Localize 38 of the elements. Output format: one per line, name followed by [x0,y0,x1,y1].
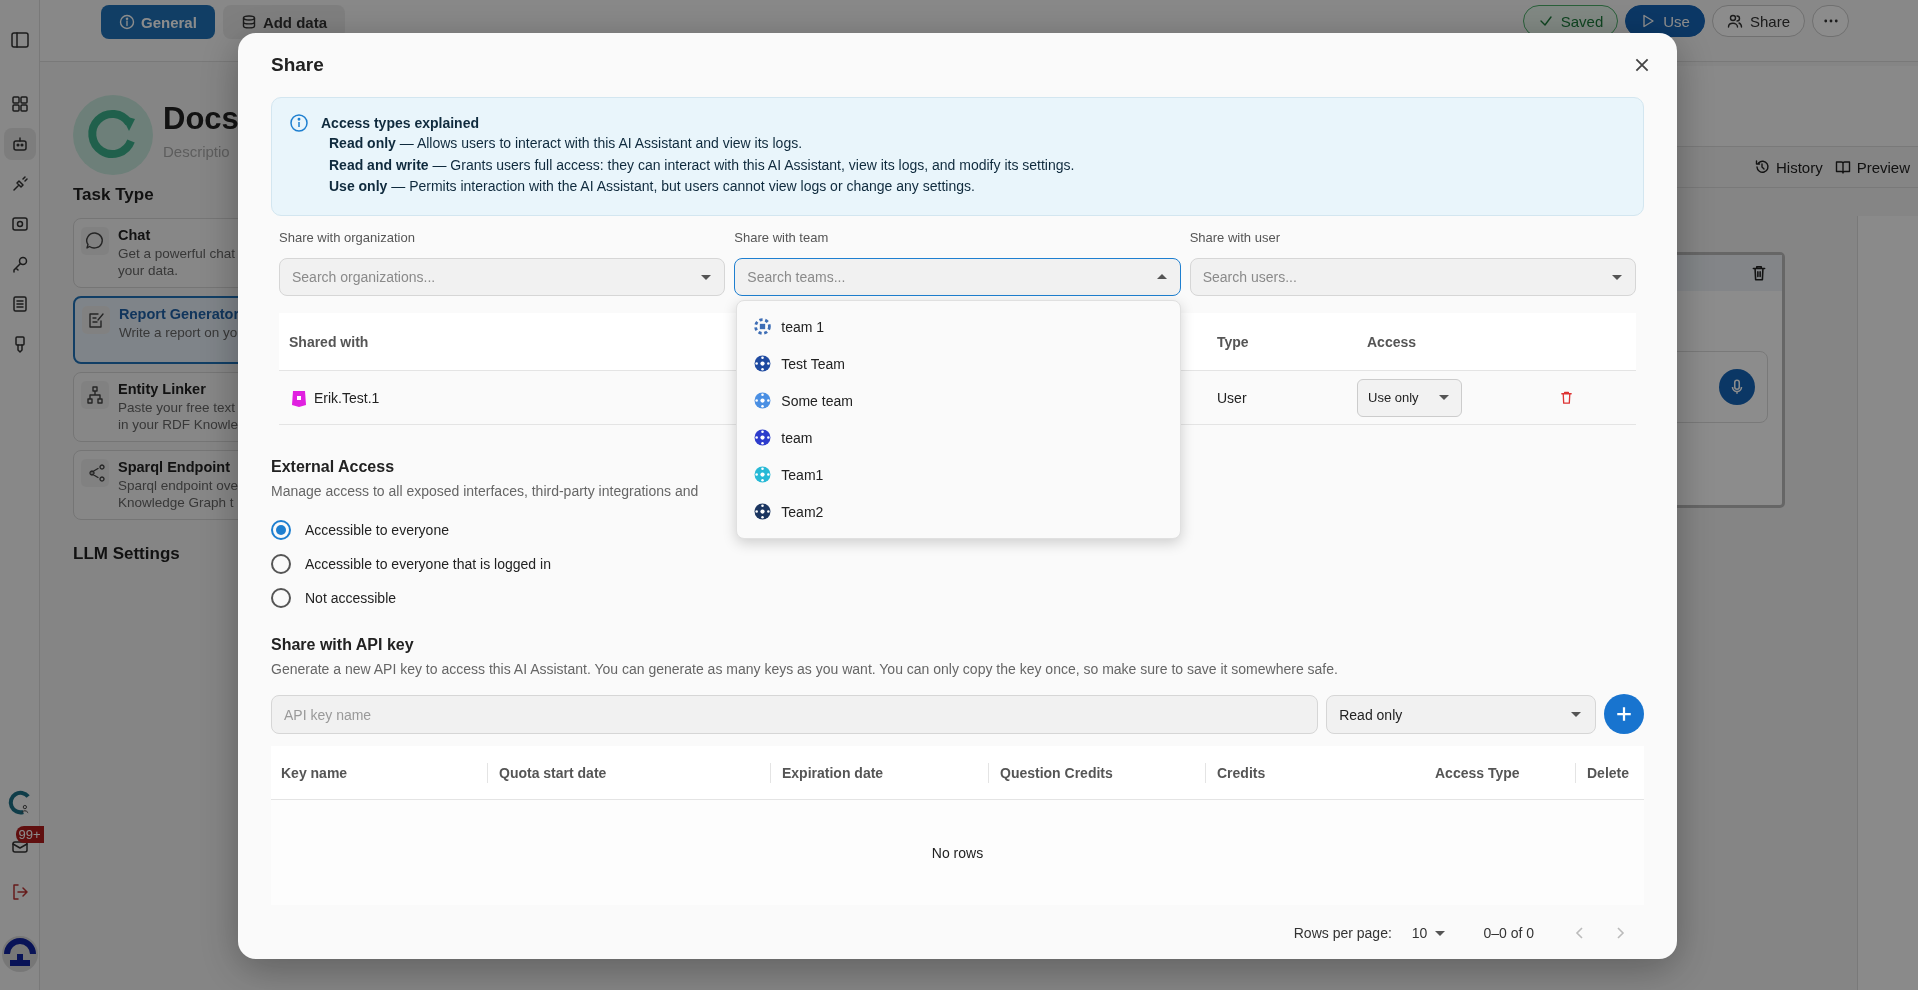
field-label: Share with user [1189,229,1281,247]
alert-heading: Access types explained [321,114,480,133]
card-title: Sparql Endpoint [118,459,231,475]
card-description: Get a powerful chat your data. [118,245,236,279]
column-header: Expiration date [782,764,884,781]
column-header: Type [1216,333,1250,350]
access-type-description: Read and write — Grants users full access: they can interact with this AI Assistant, view its logs, and modify its settings. [328,155,1075,175]
column-header: Access [1366,333,1418,350]
field-label: Share with team [734,229,830,247]
empty-message: No rows [931,844,984,861]
field-label: Share with organization [279,229,416,247]
section-heading: Task Type [73,185,154,205]
section-heading: LLM Settings [73,544,180,564]
section-heading: External Access [271,457,395,477]
card-title: Chat [118,227,152,243]
rows-per-page-label: Rows per page: [1293,925,1392,941]
section-description: Generate a new API key to access this AI Assistant. You can generate as many keys as you want. You can only copy the key once, so make sure to save it somewhere safe. [271,660,1339,679]
column-header: Key name [281,764,348,781]
table-cell: Erik.Test.1 [314,389,380,406]
column-header: Access Type [1435,764,1520,781]
column-header: Quota start date [499,764,607,781]
access-type-description: Use only — Permits interaction with the AI Assistant, but users cannot view logs or change any settings. [328,177,976,196]
column-header: Credits [1217,764,1266,781]
card-description: Sparql endpoint ove Knowledge Graph t [118,477,239,511]
card-description: Paste your free text in your RDF Knowle [118,399,239,433]
page-range: 0–0 of 0 [1483,925,1534,941]
card-title: Entity Linker [118,381,207,397]
table-cell-text: User [1216,389,1248,406]
access-type-description: Read only — Allows users to interact with this AI Assistant and view its logs. [328,134,804,153]
section-description: Manage access to all exposed interfaces, third-party integrations and [271,482,700,501]
notification-badge: 99+ [15,826,44,843]
card-description: Write a report on yo [119,324,239,341]
column-header: Shared with [288,333,370,350]
section-heading: Share with API key [271,635,414,655]
column-header: Delete [1587,764,1630,781]
dialog-title: Share [271,54,324,76]
column-header: Question Credits [1000,764,1113,781]
card-title: Report Generator [119,306,240,322]
